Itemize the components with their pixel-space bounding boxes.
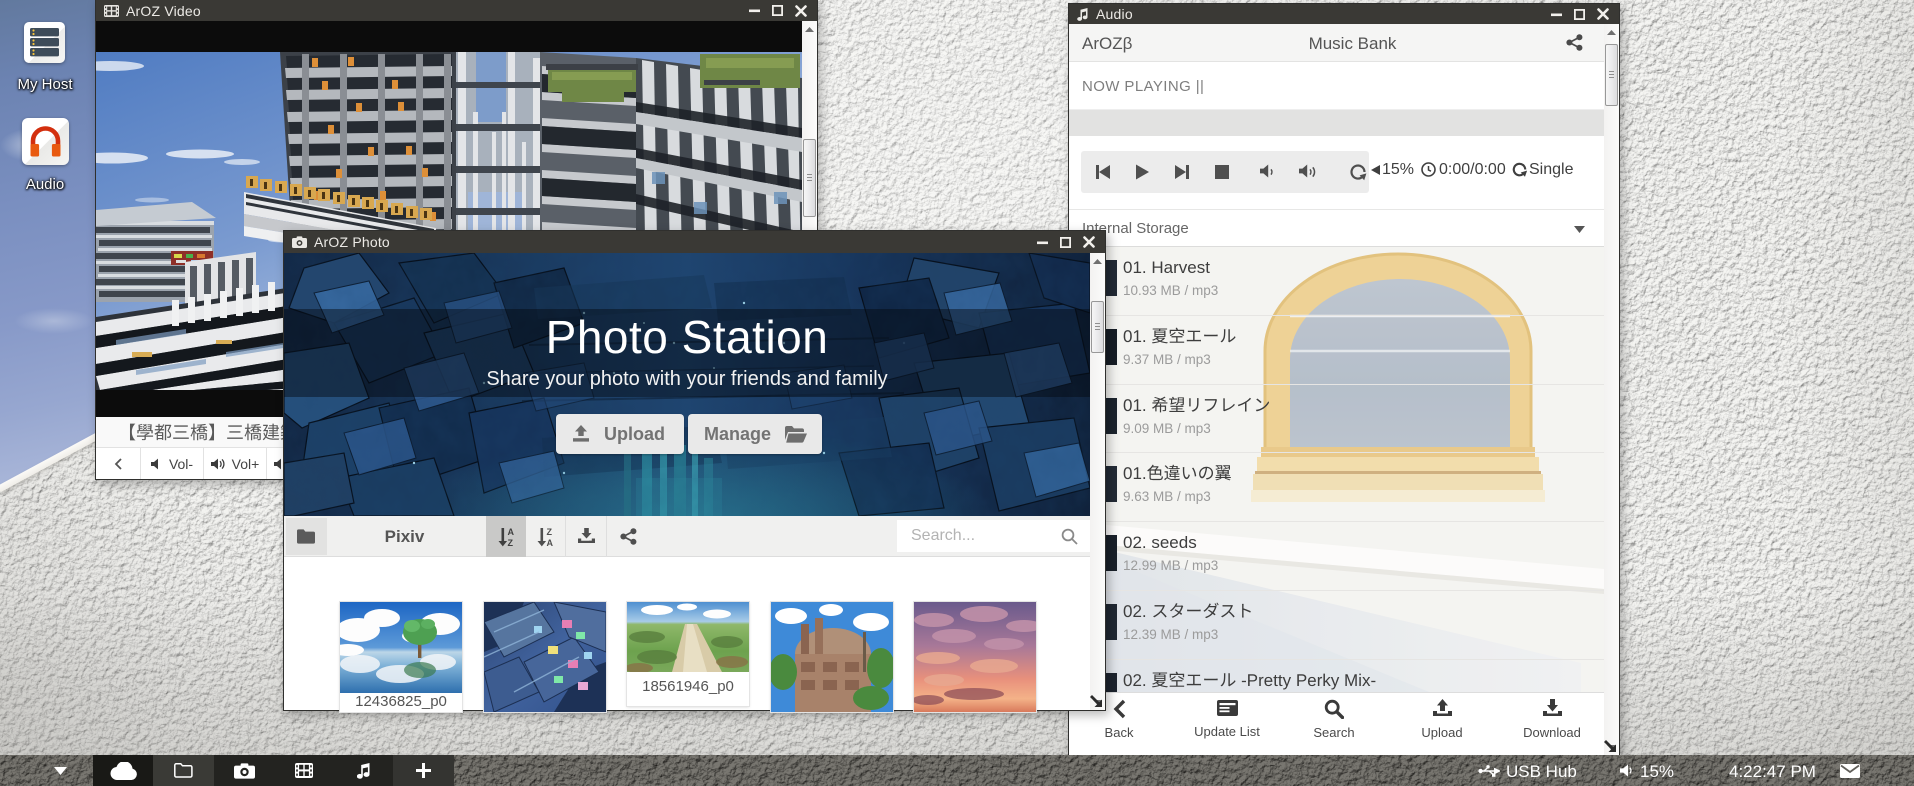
svg-text:Z: Z [507, 538, 513, 547]
svg-text:Z: Z [547, 527, 553, 537]
svg-text:A: A [547, 538, 554, 547]
svg-text:A: A [507, 527, 514, 537]
